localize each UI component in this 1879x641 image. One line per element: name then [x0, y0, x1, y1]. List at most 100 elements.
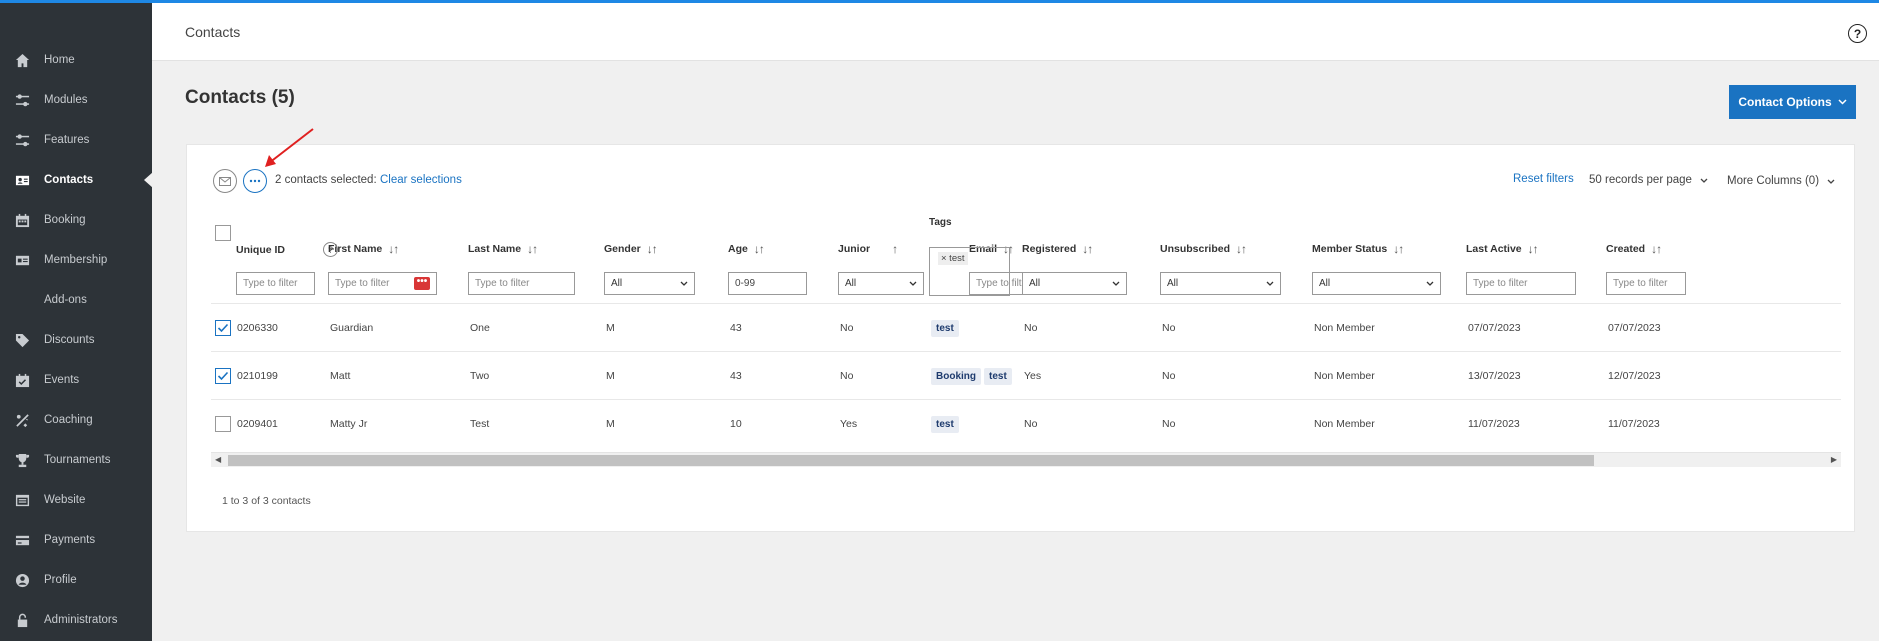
column-header-created[interactable]: Created ↓↑ [1606, 242, 1662, 256]
chevron-down-icon [680, 281, 688, 286]
column-header-last-active[interactable]: Last Active ↓↑ [1466, 242, 1539, 256]
unique-id-filter[interactable]: Type to filter [236, 272, 315, 295]
tag-pill: Booking [931, 368, 981, 385]
member-status-select[interactable]: All [1312, 272, 1441, 295]
calendar-check-icon [14, 372, 30, 388]
column-header-unique-id[interactable]: Unique ID? [236, 242, 338, 257]
column-header-first-name[interactable]: First Name ↓↑ [328, 242, 399, 256]
row-checkbox[interactable] [215, 416, 231, 432]
column-header-gender[interactable]: Gender ↓↑ [604, 242, 658, 256]
column-header-unsubscribed[interactable]: Unsubscribed ↓↑ [1160, 242, 1247, 256]
last-name-filter[interactable]: Type to filter [468, 272, 575, 295]
row-checkbox[interactable] [215, 320, 231, 336]
created-filter[interactable]: Type to filter [1606, 272, 1686, 295]
sidebar-item-discounts[interactable]: Discounts [0, 325, 152, 355]
sort-arrows-icon[interactable]: ↓↑ [527, 242, 538, 256]
sidebar-item-events[interactable]: Events [0, 365, 152, 395]
cell-age: 43 [730, 322, 742, 334]
tag-pill: test [931, 320, 959, 337]
cell-last-active: 11/07/2023 [1468, 418, 1520, 430]
sidebar-item-website[interactable]: Website [0, 485, 152, 515]
gender-select[interactable]: All [604, 272, 695, 295]
select-all-checkbox[interactable] [215, 225, 231, 241]
sidebar-item-profile[interactable]: Profile [0, 565, 152, 595]
age-filter[interactable]: 0-99 [728, 272, 807, 295]
sort-arrows-icon[interactable]: ↓↑ [1393, 242, 1404, 256]
cell-first-name: Matty Jr [330, 418, 368, 430]
unsubscribed-select[interactable]: All [1160, 272, 1281, 295]
sidebar-item-label: Coaching [44, 414, 93, 426]
cell-registered: No [1024, 322, 1038, 334]
scroll-left-arrow-icon[interactable]: ◀ [215, 455, 221, 464]
sidebar-item-tournaments[interactable]: Tournaments [0, 445, 152, 475]
sidebar-item-contacts[interactable]: Contacts [0, 165, 153, 195]
more-columns-select[interactable]: More Columns (0) [1727, 175, 1835, 187]
sidebar-item-label: Events [44, 374, 80, 386]
cell-age: 43 [730, 370, 742, 382]
column-header-age[interactable]: Age ↓↑ [728, 242, 765, 256]
cell-registered: Yes [1024, 370, 1042, 382]
sort-arrows-icon[interactable]: ↓↑ [1528, 242, 1539, 256]
row-checkbox[interactable] [215, 368, 231, 384]
credit-card-icon [14, 532, 30, 548]
contact-options-button[interactable]: Contact Options [1729, 85, 1856, 119]
table-row[interactable]: 0210199 Matt Two M 43 No Booking test Yes… [211, 351, 1841, 399]
member-status-select-value: All [1319, 278, 1331, 289]
sidebar-item-modules[interactable]: Modules [0, 85, 152, 115]
cell-gender: M [606, 322, 615, 334]
sort-arrows-icon[interactable]: ↓↑ [754, 242, 765, 256]
last-active-filter[interactable]: Type to filter [1466, 272, 1576, 295]
column-header-last-name[interactable]: Last Name ↓↑ [468, 242, 538, 256]
sidebar-item-home[interactable]: Home [0, 45, 152, 75]
help-icon[interactable]: ? [1848, 24, 1867, 43]
table-row[interactable]: 0206330 Guardian One M 43 No test No No … [211, 303, 1841, 351]
clear-selections-link[interactable]: Clear selections [380, 174, 462, 186]
ellipsis-icon[interactable]: ••• [414, 277, 430, 290]
contacts-card: 2 contacts selected: Clear selections Re… [186, 128, 1855, 532]
first-name-filter[interactable]: Type to filter ••• [328, 272, 437, 295]
sidebar-item-membership[interactable]: Membership [0, 245, 152, 275]
pagination-summary: 1 to 3 of 3 contacts [222, 495, 311, 507]
records-per-page-label: 50 records per page [1589, 174, 1692, 186]
cell-last-name: Test [470, 418, 490, 430]
registered-select[interactable]: All [1022, 272, 1127, 295]
sidebar-item-label: Payments [44, 534, 96, 546]
sidebar-item-coaching[interactable]: Coaching [0, 405, 152, 435]
column-title: Junior [838, 243, 871, 255]
sort-arrows-icon[interactable]: ↓↑ [1651, 242, 1662, 256]
sidebar-item-label: Membership [44, 254, 108, 266]
junior-select[interactable]: All [838, 272, 924, 295]
column-header-registered[interactable]: Registered ↓↑ [1022, 242, 1093, 256]
column-header-member-status[interactable]: Member Status ↓↑ [1312, 242, 1404, 256]
selection-count: 2 contacts selected: [275, 174, 377, 186]
sidebar-item-label: Tournaments [44, 454, 111, 466]
sidebar-item-label: Administrators [44, 614, 118, 626]
horizontal-scrollbar[interactable]: ◀ ▶ [211, 452, 1841, 467]
sidebar-item-administrators[interactable]: Administrators [0, 605, 152, 635]
sidebar-item-features[interactable]: Features [0, 125, 152, 155]
cell-unsubscribed: No [1162, 370, 1176, 382]
column-header-junior[interactable]: Junior ↑ [838, 242, 898, 256]
sort-up-icon[interactable]: ↑ [892, 242, 898, 256]
scroll-right-arrow-icon[interactable]: ▶ [1831, 455, 1837, 464]
records-per-page-select[interactable]: 50 records per page [1589, 174, 1708, 186]
sidebar-item-payments[interactable]: Payments [0, 525, 152, 555]
reset-filters-link[interactable]: Reset filters [1513, 173, 1574, 185]
breadcrumb: Contacts [185, 24, 241, 40]
sidebar-item-add-ons[interactable]: Add-ons [0, 285, 152, 315]
sort-arrows-icon[interactable]: ↓↑ [1236, 242, 1247, 256]
email-button[interactable] [213, 169, 237, 193]
tags-filter[interactable]: × test [929, 247, 1010, 296]
cell-first-name: Guardian [330, 322, 374, 334]
tag-filter-chip[interactable]: × test [938, 252, 968, 265]
sidebar-item-label: Discounts [44, 334, 95, 346]
top-accent-bar [0, 0, 1879, 3]
sort-arrows-icon[interactable]: ↓↑ [388, 242, 399, 256]
table-row[interactable]: 0209401 Matty Jr Test M 10 Yes test No N… [211, 399, 1841, 447]
cell-member-status: Non Member [1314, 322, 1375, 334]
scrollbar-thumb[interactable] [228, 455, 1594, 466]
sort-arrows-icon[interactable]: ↓↑ [647, 242, 658, 256]
sort-arrows-icon[interactable]: ↓↑ [1082, 242, 1093, 256]
cell-first-name: Matt [330, 370, 351, 382]
sidebar-item-booking[interactable]: Booking [0, 205, 152, 235]
